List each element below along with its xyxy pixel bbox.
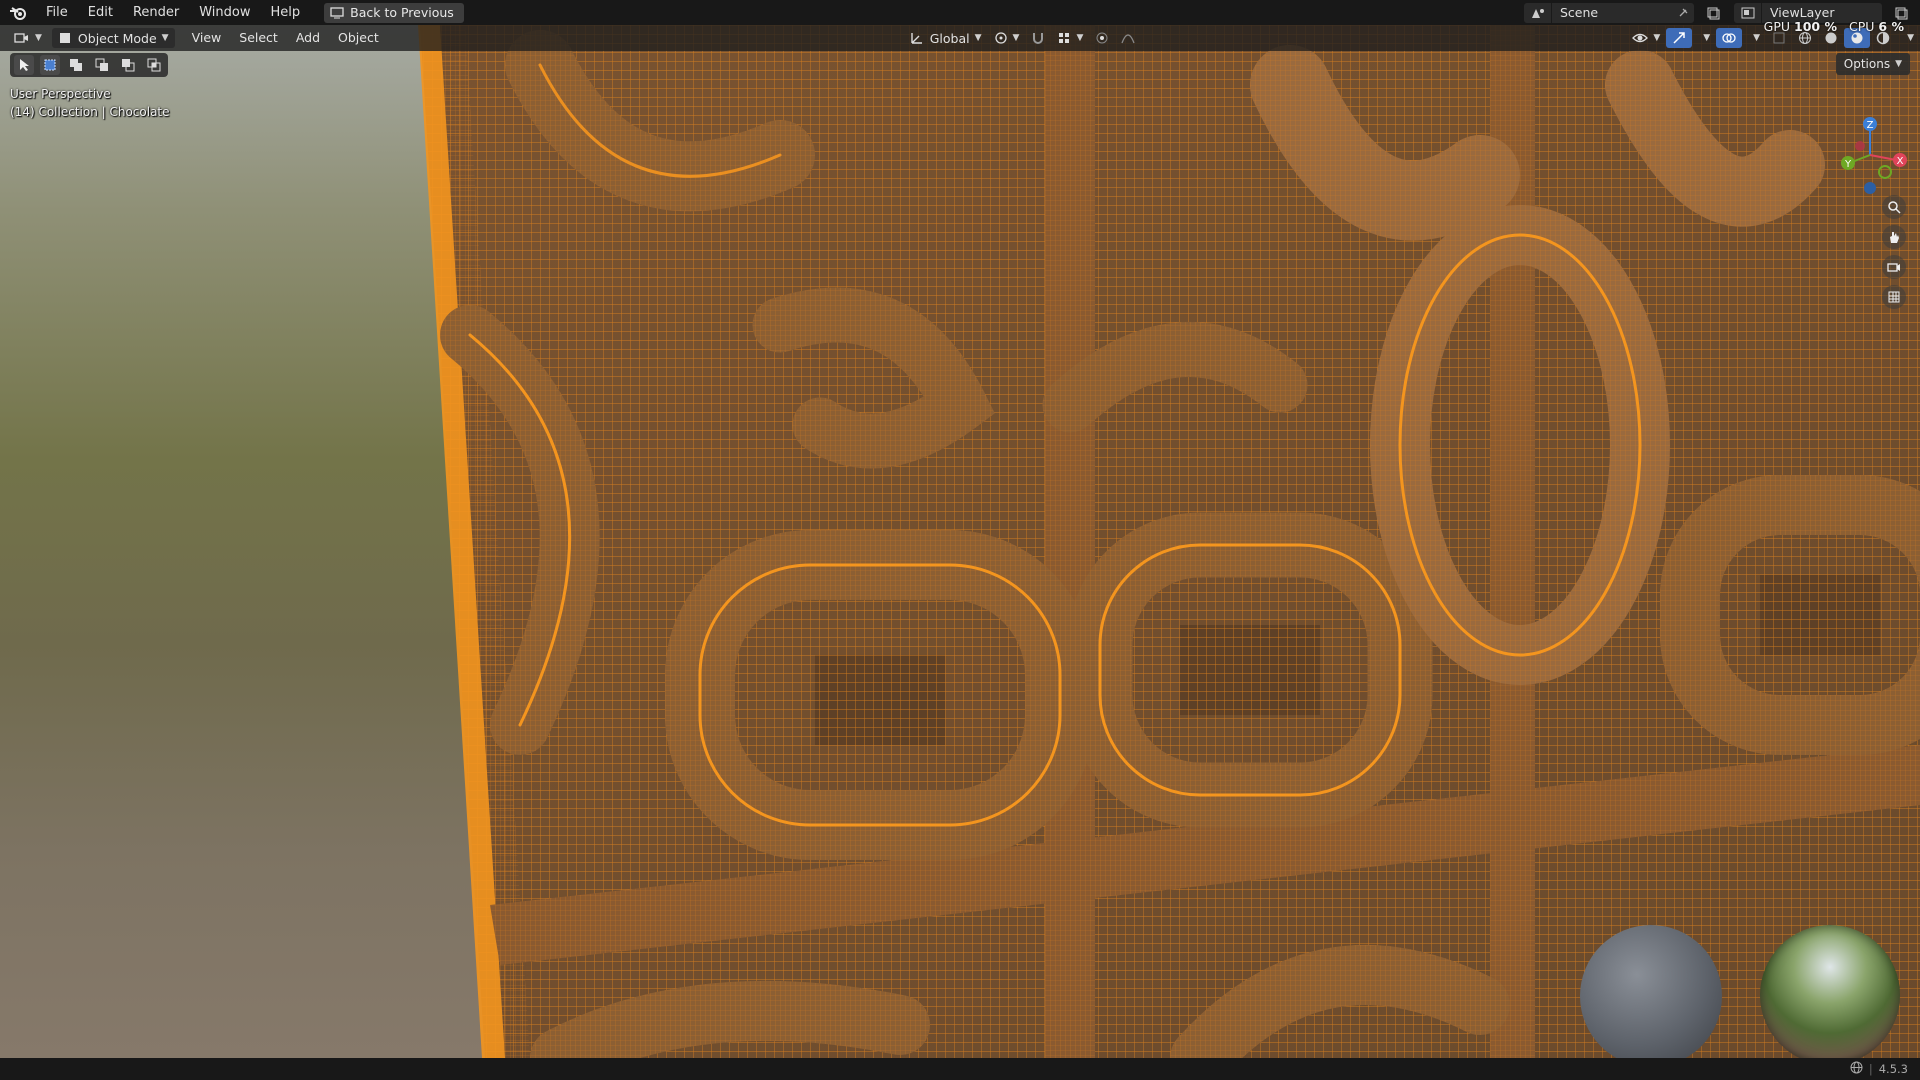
overlays-icon	[1722, 33, 1736, 43]
chevron-down-icon: ▼	[1895, 59, 1902, 69]
chevron-down-icon: ▼	[35, 33, 42, 43]
cpu-value: 6 %	[1878, 19, 1904, 34]
overlays-dropdown[interactable]: ▼	[1742, 28, 1766, 48]
gizmo-dropdown[interactable]: ▼	[1692, 28, 1716, 48]
cpu-readout: CPU 6 %	[1849, 19, 1904, 34]
menu-render[interactable]: Render	[123, 0, 189, 25]
pivot-point-dropdown[interactable]: ▼	[988, 28, 1026, 48]
overlays-toggle[interactable]	[1716, 28, 1743, 48]
collection-info-label: (14) Collection | Chocolate	[10, 105, 170, 119]
status-bar: | 4.5.3	[0, 1058, 1920, 1080]
visibility-dropdown[interactable]: ▼	[1626, 28, 1666, 48]
pan-hand-icon[interactable]	[1882, 225, 1906, 249]
wireframe-mesh-render	[418, 25, 1920, 1058]
gizmo-z-label: Z	[1867, 120, 1874, 131]
gizmo-toggle[interactable]	[1666, 28, 1693, 48]
chevron-down-icon: ▼	[1653, 33, 1661, 43]
select-new-icon[interactable]	[40, 55, 60, 75]
gpu-label: GPU	[1763, 19, 1791, 34]
menu-object[interactable]: Object	[329, 25, 388, 51]
editor-type-button[interactable]: ▼	[8, 28, 48, 48]
status-divider: |	[1868, 1062, 1873, 1076]
magnet-icon	[1033, 33, 1044, 44]
gizmo-y-label: Y	[1844, 159, 1852, 170]
chevron-down-icon: ▼	[974, 33, 982, 43]
snap-grid-icon	[1059, 33, 1070, 43]
eye-icon	[1632, 33, 1649, 43]
transform-orientation-icon	[911, 33, 922, 44]
tool-settings-row	[10, 53, 168, 77]
navigation-buttons	[1882, 195, 1906, 309]
chevron-down-icon: ▼	[1907, 33, 1914, 43]
object-mode-icon	[59, 33, 70, 43]
orthographic-grid-icon[interactable]	[1882, 285, 1906, 309]
matcap-preview-sphere	[1580, 925, 1722, 1058]
snap-target-dropdown[interactable]: ▼	[1051, 28, 1089, 48]
options-dropdown[interactable]: Options ▼	[1835, 53, 1910, 75]
menu-window[interactable]: Window	[189, 0, 260, 25]
navigation-gizmo[interactable]: Z X Y	[1830, 110, 1910, 200]
menu-edit[interactable]: Edit	[78, 0, 123, 25]
select-extend-icon[interactable]	[66, 55, 86, 75]
proportional-edit-icon	[1096, 32, 1108, 44]
chevron-down-icon: ▼	[1076, 33, 1084, 43]
pivot-icon	[994, 32, 1007, 44]
view-layer-name[interactable]: ViewLayer	[1762, 5, 1882, 20]
scene-selector[interactable]: Scene	[1524, 2, 1694, 23]
menu-view[interactable]: View	[183, 25, 231, 51]
orientation-dropdown[interactable]: Global ▼	[904, 28, 988, 48]
select-invert-icon[interactable]	[118, 55, 138, 75]
scene-icon[interactable]	[1524, 2, 1552, 23]
cpu-label: CPU	[1849, 19, 1875, 34]
snap-toggle[interactable]	[1025, 28, 1051, 48]
mode-label: Object Mode	[77, 30, 157, 46]
scene-name[interactable]: Scene	[1552, 5, 1672, 20]
version-label: 4.5.3	[1878, 1062, 1908, 1076]
top-menu-bar: File Edit Render Window Help Back to Pre…	[0, 0, 1920, 25]
chevron-down-icon: ▼	[1703, 33, 1711, 43]
falloff-dropdown[interactable]	[1115, 28, 1141, 48]
view-perspective-label: User Perspective	[10, 87, 111, 101]
chevron-down-icon: ▼	[1753, 33, 1761, 43]
orientation-label: Global	[929, 30, 970, 46]
gizmo-x-label: X	[1897, 156, 1904, 167]
falloff-curve-icon	[1121, 34, 1135, 44]
gpu-value: 100 %	[1794, 19, 1837, 34]
back-to-previous-label: Back to Previous	[350, 5, 454, 20]
options-label: Options	[1843, 57, 1891, 71]
viewport-header: ▼ Object Mode ▼ View Select Add Object G…	[0, 25, 1920, 51]
globe-icon	[1850, 1061, 1863, 1077]
zoom-icon[interactable]	[1882, 195, 1906, 219]
menu-select[interactable]: Select	[230, 25, 287, 51]
mode-dropdown[interactable]: Object Mode ▼	[51, 28, 175, 48]
view-layer-icon[interactable]	[1734, 2, 1762, 23]
chevron-down-icon: ▼	[161, 33, 169, 43]
menu-add[interactable]: Add	[287, 25, 329, 51]
gizmo-toggle-icon	[1673, 32, 1685, 44]
gpu-readout: GPU 100 %	[1764, 19, 1837, 34]
editor-type-icon	[14, 33, 28, 43]
menu-help[interactable]: Help	[261, 0, 311, 25]
camera-view-icon[interactable]	[1882, 255, 1906, 279]
proportional-edit-toggle[interactable]	[1089, 28, 1115, 48]
hdri-preview-sphere	[1760, 925, 1900, 1058]
performance-readout: GPU 100 % CPU 6 %	[1764, 19, 1904, 34]
menu-file[interactable]: File	[36, 0, 78, 25]
blender-logo-icon[interactable]	[0, 0, 36, 25]
screen-icon	[330, 6, 344, 19]
chevron-down-icon: ▼	[1012, 33, 1020, 43]
select-tool-icon[interactable]	[14, 55, 34, 75]
select-subtract-icon[interactable]	[92, 55, 112, 75]
back-to-previous-button[interactable]: Back to Previous	[324, 2, 464, 23]
new-scene-icon[interactable]	[1702, 3, 1724, 23]
pin-icon[interactable]	[1672, 3, 1694, 23]
select-intersect-icon[interactable]	[144, 55, 164, 75]
3d-viewport[interactable]: User Perspective (14) Collection | Choco…	[0, 25, 1920, 1058]
